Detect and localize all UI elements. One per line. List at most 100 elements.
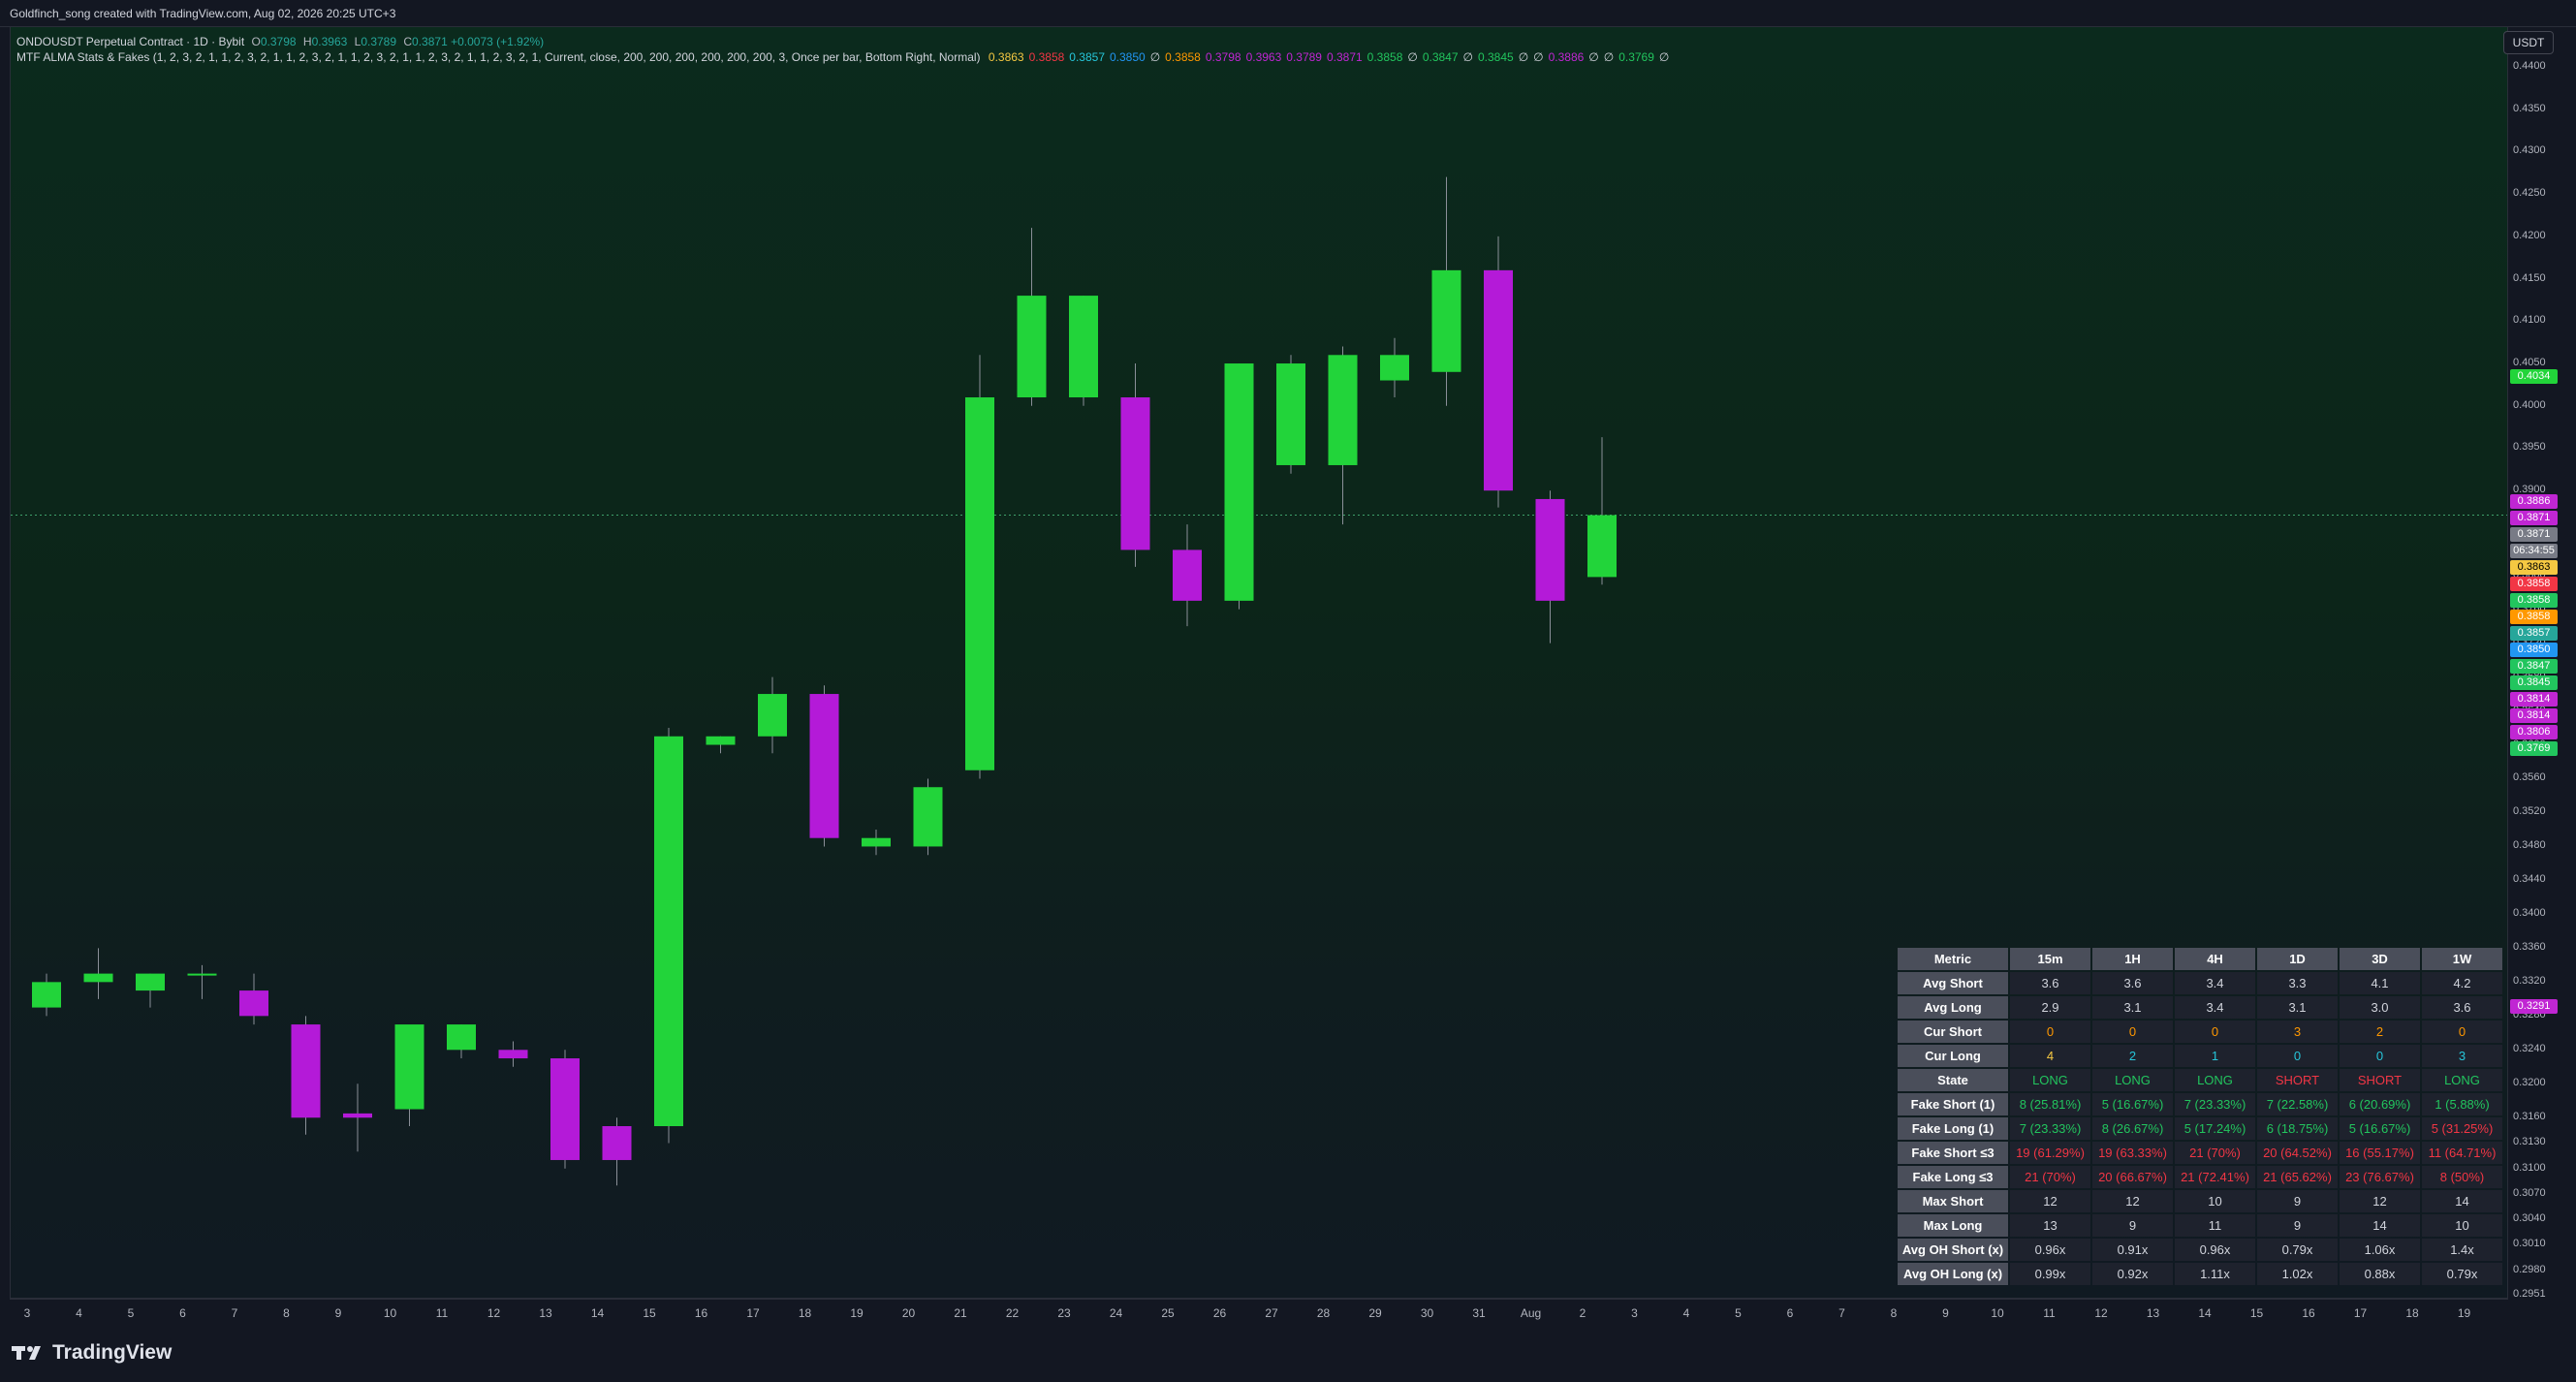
close-label: C <box>403 35 413 48</box>
time-tick-label: Aug <box>1520 1306 1542 1320</box>
table-header-row: Metric 15m 1H 4H 1D 3D 1W <box>1898 948 2502 970</box>
price-tick-label: 0.3900 <box>2513 484 2546 496</box>
table-cell: 14 <box>2422 1190 2502 1212</box>
candle-body <box>1587 515 1617 578</box>
table-cell: 19 (61.29%) <box>2010 1142 2090 1164</box>
table-cell: 3.4 <box>2175 996 2255 1019</box>
price-tick-label: 0.4050 <box>2513 357 2546 369</box>
low-value: 0.3789 <box>361 35 397 48</box>
time-tick-label: 16 <box>694 1306 708 1320</box>
stats-table: Metric 15m 1H 4H 1D 3D 1W Avg Short 3.6 3.6 3.4 3.3… <box>1896 946 2504 1287</box>
indicator-values: 0.3863 0.3858 0.3857 0.3850 ∅ 0.3858 0.3798 0.3… <box>984 50 1669 64</box>
table-cell: 0.99x <box>2010 1263 2090 1285</box>
metric-label: Avg Long <box>1898 996 2008 1019</box>
indicator-value: ∅ <box>1588 50 1599 64</box>
table-row: Fake Short (1) 8 (25.81%) 5 (16.67%) 7 (23.… <box>1898 1093 2502 1115</box>
table-cell: 1.4x <box>2422 1239 2502 1261</box>
symbol-legend[interactable]: ONDOUSDT Perpetual Contract · 1D · Bybit… <box>16 35 544 48</box>
time-tick-label: 10 <box>1991 1306 2004 1320</box>
indicator-value: ∅ <box>1603 50 1615 64</box>
table-cell: 0 <box>2340 1045 2420 1067</box>
open-value: 0.3798 <box>260 35 297 48</box>
price-tick-label: 0.3320 <box>2513 975 2546 988</box>
table-cell: 19 (63.33%) <box>2092 1142 2173 1164</box>
table-cell: 1.11x <box>2175 1263 2255 1285</box>
high-value: 0.3963 <box>311 35 348 48</box>
table-cell: 7 (22.58%) <box>2257 1093 2338 1115</box>
time-tick-label: 27 <box>1265 1306 1278 1320</box>
table-cell: 2 <box>2340 1021 2420 1043</box>
indicator-value: 0.3789 <box>1286 50 1322 64</box>
time-tick-label: 9 <box>1942 1306 1949 1320</box>
price-tick-label: 0.3040 <box>2513 1212 2546 1225</box>
price-tick-label: 0.4100 <box>2513 314 2546 327</box>
candle-body <box>447 1024 476 1051</box>
time-tick-label: 14 <box>2198 1306 2212 1320</box>
tradingview-logo[interactable]: TradingView <box>12 1341 172 1365</box>
candle-body <box>1535 498 1565 601</box>
candle-body <box>1120 397 1150 550</box>
table-cell: 10 <box>2422 1214 2502 1237</box>
table-cell: 21 (72.41%) <box>2175 1166 2255 1188</box>
price-label: 0.3769 <box>2510 741 2558 757</box>
price-tick-label: 0.3360 <box>2513 941 2546 954</box>
table-header-cell: Metric <box>1898 948 2008 970</box>
time-axis[interactable]: 3 4 5 6 7 8 9 10 11 12 13 14 15 16 17 18 19 20 21 22 23 24 25 2… <box>10 1299 2508 1325</box>
table-cell: 7 (23.33%) <box>2175 1093 2255 1115</box>
indicator-legend[interactable]: MTF ALMA Stats & Fakes (1, 2, 3, 2, 1, 1… <box>16 50 1669 64</box>
time-tick-label: 14 <box>590 1306 605 1320</box>
time-tick-label: 7 <box>231 1306 238 1320</box>
indicator-value: 0.3963 <box>1245 50 1282 64</box>
price-tick-label: 0.3100 <box>2513 1161 2546 1174</box>
chart-area[interactable]: ONDOUSDT Perpetual Contract · 1D · Bybit… <box>10 26 2508 1299</box>
price-label: 0.3857 <box>2510 626 2558 642</box>
table-cell: 9 <box>2092 1214 2173 1237</box>
time-tick-label: 30 <box>1420 1306 1434 1320</box>
table-cell: 1.06x <box>2340 1239 2420 1261</box>
price-label: 0.4034 <box>2510 369 2558 385</box>
table-row: Fake Short ≤3 19 (61.29%) 19 (63.33%) 21 (7… <box>1898 1142 2502 1164</box>
table-row: Avg OH Short (x) 0.96x 0.91x 0.96x 0.79x 1.06… <box>1898 1239 2502 1261</box>
metric-label: Fake Short ≤3 <box>1898 1142 2008 1164</box>
table-row: Avg Short 3.6 3.6 3.4 3.3 4.1 4.2 <box>1898 972 2502 994</box>
time-tick-label: 6 <box>179 1306 186 1320</box>
price-label: 0.3806 <box>2510 725 2558 740</box>
table-cell: 6 (20.69%) <box>2340 1093 2420 1115</box>
time-tick-label: 2 <box>1579 1306 1586 1320</box>
table-row: Cur Long 4 2 1 0 0 3 <box>1898 1045 2502 1067</box>
table-cell: LONG <box>2422 1069 2502 1091</box>
price-axis[interactable]: 0.4400 0.4350 0.4300 0.4250 0.4200 0.4150 0.41… <box>2508 26 2576 1300</box>
table-cell: 11 (64.71%) <box>2422 1142 2502 1164</box>
price-tick-label: 0.3400 <box>2513 907 2546 920</box>
table-cell: 7 (23.33%) <box>2010 1117 2090 1140</box>
price-tick-label: 0.4200 <box>2513 229 2546 241</box>
time-tick-label: 7 <box>1838 1306 1845 1320</box>
table-cell: 1 <box>2175 1045 2255 1067</box>
table-cell: 3.0 <box>2340 996 2420 1019</box>
time-tick-label: 10 <box>383 1306 397 1320</box>
time-tick-label: 20 <box>901 1306 916 1320</box>
indicator-value: 0.3871 <box>1326 50 1363 64</box>
table-cell: 6 (18.75%) <box>2257 1117 2338 1140</box>
candle-body <box>1380 355 1409 381</box>
created-by-text: Goldfinch_song created with TradingView.… <box>10 7 396 20</box>
table-cell: 2.9 <box>2010 996 2090 1019</box>
time-tick-label: 19 <box>850 1306 864 1320</box>
time-tick-label: 12 <box>2094 1306 2108 1320</box>
candle-body <box>758 694 787 737</box>
indicator-value: 0.3847 <box>1422 50 1459 64</box>
currency-button[interactable]: USDT <box>2503 31 2554 54</box>
symbol-name[interactable]: ONDOUSDT Perpetual Contract · 1D · Bybit <box>16 35 244 48</box>
table-cell: 3.6 <box>2092 972 2173 994</box>
metric-label: Cur Long <box>1898 1045 2008 1067</box>
top-bar: Goldfinch_song created with TradingView.… <box>0 0 2576 27</box>
candle-body <box>965 397 994 770</box>
table-cell: 3.6 <box>2010 972 2090 994</box>
time-tick-label: 11 <box>435 1306 449 1320</box>
price-tick-label: 0.4400 <box>2513 60 2546 72</box>
table-cell: 2 <box>2092 1045 2173 1067</box>
indicator-name[interactable]: MTF ALMA Stats & Fakes (1, 2, 3, 2, 1, 1… <box>16 50 981 64</box>
table-row: Fake Long ≤3 21 (70%) 20 (66.67%) 21 (72.41… <box>1898 1166 2502 1188</box>
table-cell: LONG <box>2010 1069 2090 1091</box>
candle-body <box>913 787 943 847</box>
